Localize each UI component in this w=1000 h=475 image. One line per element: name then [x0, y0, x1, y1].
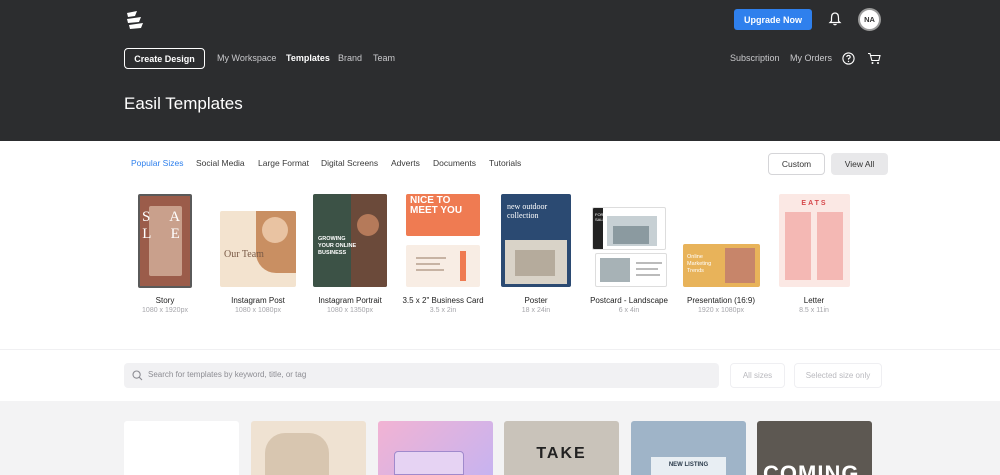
postcard-thumb-text: FOR SALE: [595, 212, 606, 222]
size-label: Instagram Portrait: [318, 296, 382, 305]
presentation-thumbnail: Online Marketing Trends: [683, 244, 760, 287]
size-dims: 8.5 x 11in: [799, 307, 829, 314]
size-dims: 18 x 24in: [521, 307, 551, 314]
notification-bell-icon[interactable]: [827, 11, 843, 27]
all-sizes-filter[interactable]: All sizes: [730, 363, 785, 388]
size-label: Story: [155, 296, 175, 305]
user-avatar[interactable]: NA: [858, 8, 881, 31]
size-dims: 6 x 4in: [618, 307, 640, 314]
selected-size-only-filter[interactable]: Selected size only: [794, 363, 882, 388]
postcard-front-thumbnail: FOR SALE: [592, 207, 666, 250]
template-search-input[interactable]: Search for templates by keyword, title, …: [124, 363, 719, 388]
size-label: Letter: [803, 296, 825, 305]
help-icon[interactable]: [842, 52, 855, 65]
size-label: Instagram Post: [231, 296, 285, 305]
nav-team[interactable]: Team: [373, 53, 395, 63]
nav-brand[interactable]: Brand: [338, 53, 362, 63]
story-thumbnail: S A L E: [138, 194, 192, 288]
upgrade-now-button[interactable]: Upgrade Now: [734, 9, 812, 30]
search-icon: [132, 370, 143, 381]
template-card[interactable]: COMING: [757, 421, 872, 475]
tab-tutorials[interactable]: Tutorials: [489, 158, 521, 168]
size-dims: 1920 x 1080px: [698, 307, 744, 314]
template-card[interactable]: [124, 421, 239, 475]
size-label: Poster: [524, 296, 548, 305]
nav-my-workspace[interactable]: My Workspace: [217, 53, 276, 63]
letter-thumb-text: EATS: [801, 200, 828, 207]
gallery-card-text: COMING: [763, 461, 860, 475]
business-card-back-thumbnail: [406, 245, 480, 287]
size-dims: 1080 x 1080px: [235, 307, 281, 314]
instagram-portrait-thumbnail: GROWING YOUR ONLINE BUSINESS: [313, 194, 387, 287]
easil-logo-icon[interactable]: [124, 9, 146, 31]
nav-templates[interactable]: Templates: [286, 53, 330, 63]
gallery-card-text: TAKE: [536, 445, 587, 462]
tab-large-format[interactable]: Large Format: [258, 158, 309, 168]
size-label: 3.5 x 2" Business Card: [402, 296, 484, 305]
tab-digital-screens[interactable]: Digital Screens: [321, 158, 378, 168]
template-card[interactable]: NEW LISTING: [631, 421, 746, 475]
page-title: Easil Templates: [124, 94, 243, 113]
create-design-button[interactable]: Create Design: [124, 48, 205, 69]
instagram-portrait-thumb-text: GROWING YOUR ONLINE BUSINESS: [318, 236, 357, 256]
tab-social-media[interactable]: Social Media: [196, 158, 245, 168]
custom-size-button[interactable]: Custom: [768, 153, 825, 175]
business-card-thumb-text: NICE TO MEET YOU: [410, 195, 463, 216]
size-label: Postcard - Landscape: [590, 296, 668, 305]
postcard-back-thumbnail: [595, 253, 667, 287]
tab-popular-sizes[interactable]: Popular Sizes: [131, 158, 183, 168]
nav-my-orders[interactable]: My Orders: [790, 53, 832, 63]
tab-adverts[interactable]: Adverts: [391, 158, 420, 168]
poster-thumb-text: new outdoor collection: [507, 202, 548, 220]
size-dims: 1080 x 1920px: [142, 307, 188, 314]
instagram-post-thumbnail: Our Team: [220, 211, 296, 287]
letter-thumbnail: EATS: [779, 194, 850, 287]
template-card[interactable]: TAKE: [504, 421, 619, 475]
size-dims: 1080 x 1350px: [327, 307, 373, 314]
gallery-card-text: NEW LISTING: [668, 462, 709, 468]
top-header: Upgrade Now NA Create Design My Workspac…: [0, 0, 1000, 141]
story-thumb-text: S A L E: [141, 209, 189, 242]
tab-documents[interactable]: Documents: [433, 158, 476, 168]
size-dims: 3.5 x 2in: [429, 307, 457, 314]
search-bar-area: Search for templates by keyword, title, …: [0, 349, 1000, 401]
presentation-thumb-text: Online Marketing Trends: [687, 254, 712, 274]
template-card[interactable]: [378, 421, 493, 475]
search-placeholder: Search for templates by keyword, title, …: [148, 370, 307, 379]
view-all-button[interactable]: View All: [831, 153, 888, 175]
poster-thumbnail: new outdoor collection: [501, 194, 571, 287]
cart-icon[interactable]: [867, 52, 881, 65]
size-label: Presentation (16:9): [686, 296, 756, 305]
nav-subscription[interactable]: Subscription: [730, 53, 780, 63]
template-gallery: TAKE NEW LISTING COMING: [0, 401, 1000, 475]
popular-sizes-panel: Popular Sizes Social Media Large Format …: [0, 141, 1000, 349]
template-card[interactable]: [251, 421, 366, 475]
business-card-front-thumbnail: NICE TO MEET YOU: [406, 194, 480, 236]
instagram-post-thumb-text: Our Team: [224, 249, 264, 260]
